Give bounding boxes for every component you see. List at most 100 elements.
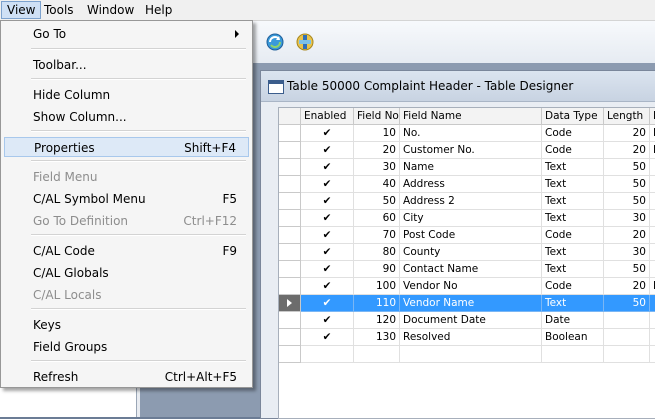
data-type-cell[interactable]: Text [542,261,604,278]
enabled-cell[interactable]: ✔ [301,261,354,278]
row-selector[interactable] [279,329,301,346]
length-cell[interactable]: 30 [604,210,650,227]
data-type-cell[interactable]: Text [542,295,604,312]
table-row[interactable]: ✔10No.Code20D [279,125,655,142]
length-cell[interactable]: 50 [604,159,650,176]
field-no-cell[interactable] [354,346,400,363]
table-row[interactable]: ✔20Customer No.Code20L [279,142,655,159]
row-selector[interactable] [279,227,301,244]
table-row[interactable]: ✔ 80 County Text 30 [279,244,655,261]
length-cell[interactable] [604,312,650,329]
data-type-cell[interactable]: Date [542,312,604,329]
enabled-cell[interactable]: ✔ [301,193,354,210]
field-name-cell[interactable]: Customer No. [400,142,542,159]
field-no-cell[interactable]: 10 [354,125,400,142]
row-selector[interactable] [279,295,301,312]
col-header-field-no[interactable]: Field No. [354,108,400,125]
row-selector[interactable] [279,142,301,159]
row-selector[interactable] [279,176,301,193]
menu-item-keys[interactable]: Keys [4,315,249,335]
col-header-enabled[interactable]: Enabled [301,108,354,125]
field-name-cell[interactable]: No. [400,125,542,142]
tools-icon[interactable] [294,31,316,53]
field-name-cell[interactable] [400,346,542,363]
description-cell[interactable] [650,295,655,312]
description-cell[interactable] [650,227,655,244]
length-cell[interactable]: 20 [604,142,650,159]
field-name-cell[interactable]: Name [400,159,542,176]
menu-item-go-to[interactable]: Go To [4,24,249,44]
row-selector[interactable] [279,193,301,210]
field-name-cell[interactable]: Resolved [400,329,542,346]
field-no-cell[interactable]: 80 [354,244,400,261]
menu-item-field-groups[interactable]: Field Groups [4,337,249,357]
table-row[interactable]: ✔ 70 Post Code Code 20 [279,227,655,244]
enabled-cell[interactable]: ✔ [301,244,354,261]
enabled-cell[interactable]: ✔ [301,125,354,142]
enabled-cell[interactable]: ✔ [301,142,354,159]
row-selector[interactable] [279,312,301,329]
menu-view[interactable]: View [1,1,42,19]
description-cell[interactable]: L [650,278,655,295]
row-selector[interactable] [279,159,301,176]
description-cell[interactable] [650,193,655,210]
data-type-cell[interactable] [542,346,604,363]
data-type-cell[interactable]: Text [542,176,604,193]
menu-tools[interactable]: Tools [39,2,79,18]
menu-window[interactable]: Window [82,2,139,18]
row-selector[interactable] [279,210,301,227]
data-type-cell[interactable]: Text [542,193,604,210]
data-type-cell[interactable]: Code [542,142,604,159]
field-name-cell[interactable]: Document Date [400,312,542,329]
description-cell[interactable] [650,261,655,278]
menu-item-refresh[interactable]: Refresh Ctrl+Alt+F5 [4,367,249,387]
menu-item-toolbar[interactable]: Toolbar... [4,55,249,75]
length-cell[interactable]: 50 [604,193,650,210]
data-type-cell[interactable]: Text [542,159,604,176]
field-name-cell[interactable]: Vendor Name [400,295,542,312]
field-no-cell[interactable]: 110 [354,295,400,312]
field-no-cell[interactable]: 30 [354,159,400,176]
row-selector[interactable] [279,261,301,278]
table-row[interactable]: ✔ 40 Address Text 50 [279,176,655,193]
field-grid[interactable]: Enabled Field No. Field Name Data Type L… [278,107,655,419]
field-no-cell[interactable]: 100 [354,278,400,295]
table-row[interactable]: ✔ 130 Resolved Boolean [279,329,655,346]
enabled-cell[interactable] [301,346,354,363]
field-name-cell[interactable]: County [400,244,542,261]
row-selector[interactable] [279,125,301,142]
length-cell[interactable]: 50 [604,261,650,278]
enabled-cell[interactable]: ✔ [301,278,354,295]
field-no-cell[interactable]: 50 [354,193,400,210]
col-header-length[interactable]: Length [604,108,650,125]
enabled-cell[interactable]: ✔ [301,295,354,312]
row-selector[interactable] [279,346,301,363]
data-type-cell[interactable]: Code [542,278,604,295]
description-cell[interactable] [650,210,655,227]
menu-help[interactable]: Help [140,2,177,18]
field-name-cell[interactable]: Post Code [400,227,542,244]
description-cell[interactable] [650,244,655,261]
description-cell[interactable] [650,159,655,176]
table-row[interactable]: ✔ 90 Contact Name Text 50 [279,261,655,278]
menu-item-cal-code[interactable]: C/AL Code F9 [4,241,249,261]
field-name-cell[interactable]: Address 2 [400,193,542,210]
field-no-cell[interactable]: 20 [354,142,400,159]
menu-item-hide-column[interactable]: Hide Column [4,85,249,105]
table-row[interactable]: ✔ 30 Name Text 50 [279,159,655,176]
field-name-cell[interactable]: Vendor No [400,278,542,295]
data-type-cell[interactable]: Code [542,125,604,142]
menu-item-field-menu[interactable]: Field Menu [4,167,249,187]
data-type-cell[interactable]: Boolean [542,329,604,346]
refresh-icon[interactable] [264,31,286,53]
table-row[interactable] [279,346,655,363]
length-cell[interactable]: 50 [604,295,650,312]
length-cell[interactable] [604,329,650,346]
description-cell[interactable]: D [650,125,655,142]
menu-item-go-to-definition[interactable]: Go To Definition Ctrl+F12 [4,211,249,231]
field-no-cell[interactable]: 130 [354,329,400,346]
enabled-cell[interactable]: ✔ [301,227,354,244]
col-header-field-name[interactable]: Field Name [400,108,542,125]
description-cell[interactable] [650,329,655,346]
length-cell[interactable]: 30 [604,244,650,261]
